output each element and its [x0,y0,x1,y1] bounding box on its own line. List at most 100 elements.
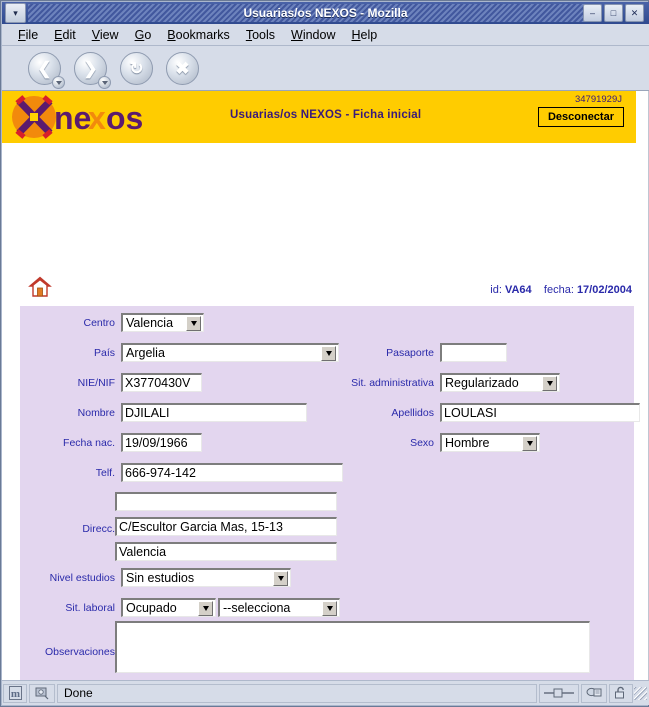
status-text: Done [57,683,537,703]
navigation-toolbar: ❮ ❯ ↻ ✖ http://80.24.178.146/red/usuari [2,46,649,136]
lock-open-icon[interactable] [609,683,633,703]
forward-history-dropdown[interactable] [98,76,111,89]
banner-title: Usuarias/os NEXOS - Ficha inicial [230,109,422,121]
label-sit-administrativa: Sit. administrativa [351,376,434,389]
select-sit-administrativa-value: Regularizado [445,376,519,390]
chevron-down-icon [522,435,537,451]
browser-window: ▾ Usuarias/os NEXOS - Mozilla – □ ✕ File… [0,0,649,707]
label-fecha-nac: Fecha nac. [63,436,115,449]
textarea-observaciones[interactable] [115,621,590,673]
stop-icon: ✖ [175,59,190,78]
window-menu-button[interactable]: ▾ [5,3,26,23]
label-direcc: Direcc. [82,523,115,535]
label-apellidos: Apellidos [391,406,434,419]
minimize-button[interactable]: – [583,4,602,22]
input-pasaporte[interactable] [440,343,507,362]
svg-text:x: x [88,100,106,136]
input-direcc-line3[interactable]: Valencia [115,542,337,561]
resize-grip[interactable] [634,686,647,700]
status-bar: m Done [2,680,649,705]
select-pais[interactable]: Argelia [121,343,339,362]
menu-bar: File Edit View Go Bookmarks Tools Window… [2,24,649,46]
page-content: ne x os Usuarias/os NEXOS - Ficha inicia… [2,91,649,681]
window-title: Usuarias/os NEXOS - Mozilla [243,6,408,20]
chevron-down-icon [198,600,213,616]
cookie-icon[interactable] [581,683,607,703]
record-date-value: 17/02/2004 [576,284,632,296]
label-nivel-estudios: Nivel estudios [49,571,115,584]
menu-item-label: iew [99,27,119,42]
chevron-down-icon [321,345,336,361]
menu-item-view[interactable]: View [84,26,127,44]
menu-accel: W [291,27,303,42]
svg-text:ne: ne [54,100,91,136]
nexos-logo: ne x os [10,93,160,141]
menu-item-label: ookmarks [175,27,230,42]
menu-item-label: indow [302,27,336,42]
label-nombre: Nombre [77,406,115,419]
select-sexo[interactable]: Hombre [440,433,540,452]
menu-item-bookmarks[interactable]: Bookmarks [159,26,238,44]
label-sexo: Sexo [410,436,434,449]
chevron-down-icon [273,570,288,586]
menu-accel: B [167,27,176,42]
input-fecha-nac[interactable]: 19/09/1966 [121,433,202,452]
logout-button[interactable]: Desconectar [537,107,624,127]
menu-item-window[interactable]: Window [283,26,343,44]
input-telf[interactable]: 666-974-142 [121,463,343,482]
menu-item-help[interactable]: Help [343,26,385,44]
chevron-down-icon [322,600,337,616]
menu-item-edit[interactable]: Edit [46,26,84,44]
menu-accel: H [351,27,361,42]
select-sexo-value: Hombre [445,436,490,450]
menu-accel: V [91,27,100,42]
reload-button[interactable]: ↻ [120,52,153,85]
maximize-button[interactable]: □ [604,4,623,22]
arrow-left-icon: ❮ [37,59,52,78]
menu-accel: F [18,27,26,42]
label-pasaporte: Pasaporte [386,346,434,359]
banner-user-id: 34791929J [574,94,622,105]
stop-button[interactable]: ✖ [166,52,199,85]
select-sit-laboral-detail[interactable]: --selecciona [218,598,340,617]
back-history-dropdown[interactable] [52,76,65,89]
record-date-label: fecha: [543,284,574,296]
label-nie-nif: NIE/NIF [77,376,115,389]
menu-item-label: ools [252,27,275,42]
input-direcc-line1[interactable] [115,492,337,511]
security-icon[interactable] [29,683,55,703]
select-pais-value: Argelia [126,346,165,360]
menu-item-file[interactable]: File [10,26,46,44]
chevron-down-icon [542,375,557,391]
select-centro[interactable]: Valencia [121,313,204,332]
menu-item-tools[interactable]: Tools [238,26,283,44]
label-telf: Telf. [95,466,115,479]
menu-accel: G [134,27,145,42]
label-observaciones: Observaciones [44,646,115,658]
record-id-label: id: [490,284,502,296]
menu-item-label: o [144,27,152,42]
select-sit-laboral-value: Ocupado [126,601,177,615]
select-sit-administrativa[interactable]: Regularizado [440,373,560,392]
menu-item-label: elp [360,27,378,42]
title-bar: ▾ Usuarias/os NEXOS - Mozilla – □ ✕ [2,2,649,24]
arrow-right-icon: ❯ [83,59,98,78]
label-sit-laboral: Sit. laboral [65,601,115,614]
mozilla-small-icon[interactable]: m [3,683,27,703]
home-icon[interactable] [28,275,52,299]
select-sit-laboral[interactable]: Ocupado [121,598,216,617]
input-apellidos[interactable]: LOULASI [440,403,640,422]
menu-item-label: ile [25,27,39,42]
input-direcc-line2[interactable]: C/Escultor Garcia Mas, 15-13 [115,517,337,536]
record-info: id: VA64 fecha: 17/02/2004 [490,284,632,296]
svg-text:os: os [106,100,143,136]
close-button[interactable]: ✕ [625,4,644,22]
input-nombre[interactable]: DJILALI [121,403,307,422]
select-nivel-estudios[interactable]: Sin estudios [121,568,291,587]
label-centro: Centro [83,316,115,329]
menu-accel: E [54,27,63,42]
select-sit-laboral-detail-value: --selecciona [223,601,291,615]
site-banner: ne x os Usuarias/os NEXOS - Ficha inicia… [2,91,636,143]
input-nie-nif[interactable]: X3770430V [121,373,202,392]
menu-item-go[interactable]: Go [127,26,160,44]
